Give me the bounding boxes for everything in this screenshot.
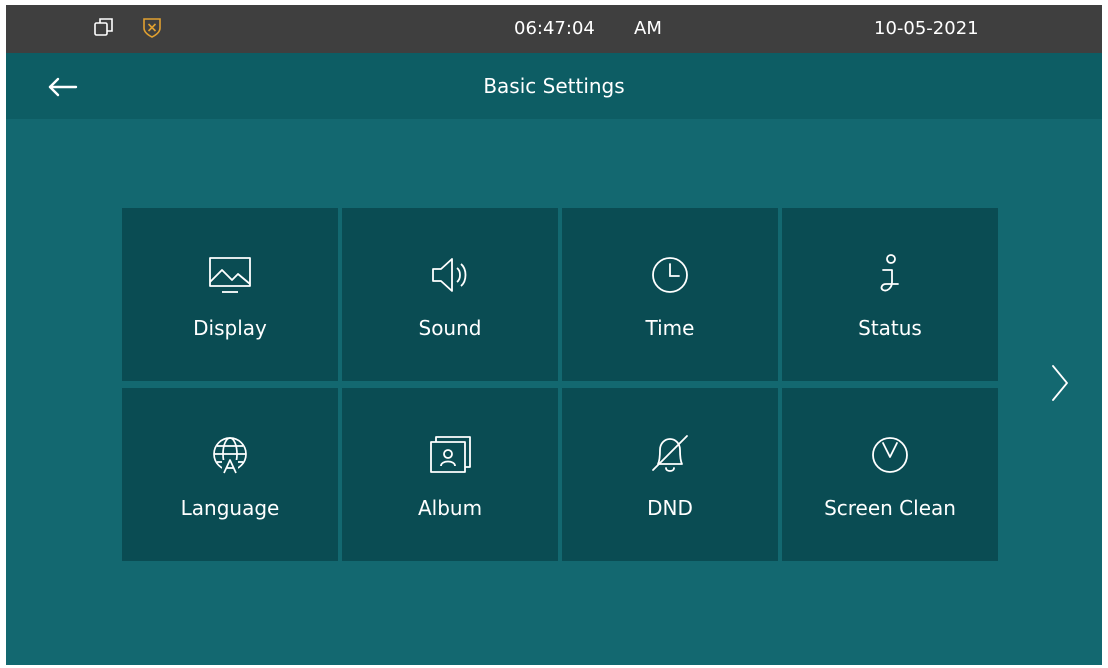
info-icon <box>880 254 899 292</box>
shield-icon <box>140 15 164 39</box>
tile-dnd[interactable]: DND <box>562 388 778 561</box>
tile-screen-clean[interactable]: Screen Clean <box>782 388 998 561</box>
tile-status[interactable]: Status <box>782 208 998 381</box>
tile-language[interactable]: Language <box>122 388 338 561</box>
bell-off-icon <box>652 435 688 472</box>
tile-album[interactable]: Album <box>342 388 558 561</box>
clock-ampm: AM <box>634 18 662 39</box>
timer-icon <box>872 437 908 473</box>
chevron-right-icon <box>1052 365 1068 401</box>
clock-time: 06:47:04 <box>514 18 595 39</box>
page-title: Basic Settings <box>483 74 625 98</box>
tile-label: Screen Clean <box>824 496 956 520</box>
tile-label: Status <box>858 316 922 340</box>
tile-label: DND <box>647 496 693 520</box>
settings-grid: Display Sound Time Status Language Album… <box>122 208 1000 561</box>
tile-label: Sound <box>418 316 482 340</box>
tile-label: Display <box>193 316 267 340</box>
globe-icon <box>213 437 247 474</box>
tile-time[interactable]: Time <box>562 208 778 381</box>
window-restore-icon <box>92 15 116 39</box>
display-icon <box>209 257 251 293</box>
header: Basic Settings <box>6 53 1102 119</box>
tile-sound[interactable]: Sound <box>342 208 558 381</box>
tile-label: Album <box>417 496 483 520</box>
speaker-icon <box>432 258 467 292</box>
clock-date: 10-05-2021 <box>874 18 979 39</box>
tile-label: Language <box>180 496 280 520</box>
tile-label: Time <box>645 316 695 340</box>
device-screen: 06:47:04 AM 10-05-2021 Basic Settings Di… <box>6 5 1102 665</box>
clock-icon <box>652 257 688 293</box>
tile-display[interactable]: Display <box>122 208 338 381</box>
next-page-button[interactable] <box>1040 358 1080 408</box>
status-bar: 06:47:04 AM 10-05-2021 <box>6 5 1102 53</box>
album-icon <box>430 436 471 473</box>
